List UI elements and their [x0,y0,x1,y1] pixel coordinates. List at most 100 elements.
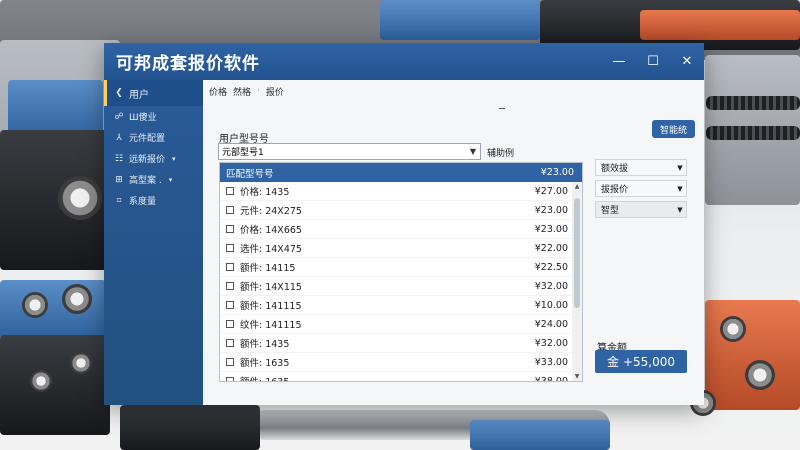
chevron-down-icon: ▼ [677,163,683,172]
list-scrollbar[interactable]: ▲ ▼ [572,182,582,381]
scroll-up-icon[interactable]: ▲ [572,183,582,190]
match-list: 匹配型号号 ¥23.00 价格: 1435 ¥27.00 元件: 24X275 ¥23… [219,162,583,382]
list-item-name: 纹件: 141115 [240,320,302,331]
maximize-icon[interactable]: ☐ [636,43,670,80]
list-item-name: 额件: 14115 [240,263,296,274]
checkbox[interactable] [226,244,234,252]
list-item-price: ¥22.00 [534,242,568,254]
main-content: 价格 然格 · 报价 智能统 用户型号号 元部型号1 ▼ 辅助例 匹配型号号 ¥… [203,80,704,405]
list-item-name: 额件: 14X115 [240,282,302,293]
list-item[interactable]: 元件: 24X275 ¥23.00 [220,201,582,220]
chevron-down-icon[interactable]: ▼ [466,147,480,156]
toolbar-item-quote[interactable]: 报价 [266,85,284,98]
sidebar-item-component-config[interactable]: ⅄ 元件配置 [104,127,203,148]
checkbox[interactable] [226,263,234,271]
title-bar[interactable]: 可邦成套报价软件 — ☐ ✕ [104,43,704,80]
list-item[interactable]: 选件: 14X475 ¥22.00 [220,239,582,258]
window-controls: — ☐ ✕ [602,43,704,80]
list-header-name: 匹配型号号 [226,168,274,180]
chevron-down-icon: ▾ [168,175,173,184]
list-item-price: ¥24.00 [534,318,568,330]
list-item[interactable]: 额件: 1635 ¥38.00 [220,372,582,382]
smart-model-button[interactable]: 智型 ▼ [595,201,687,218]
list-item[interactable]: 额件: 1435 ¥32.00 [220,334,582,353]
sidebar-item-measure[interactable]: ⌗ 系度量 [104,190,203,211]
hash-icon: ⌗ [116,195,122,206]
total-amount-box: 金 +55,000 [595,350,687,373]
sidebar-item-business[interactable]: ☍ Ш傻业 [104,106,203,127]
back-arrow-icon: ❮ [115,88,123,98]
minimize-icon[interactable]: — [602,43,636,80]
list-item-price: ¥23.00 [534,204,568,216]
checkbox[interactable] [226,301,234,309]
list-item[interactable]: 纹件: 141115 ¥24.00 [220,315,582,334]
chevron-down-icon: ▾ [172,154,176,163]
list-item[interactable]: 额件: 1635 ¥33.00 [220,353,582,372]
chevron-down-icon: ▼ [677,205,683,214]
link-icon: ☍ [114,111,124,122]
checkbox[interactable] [226,358,234,366]
list-item-price: ¥32.00 [534,337,568,349]
sidebar-item-label: 系度量 [129,197,157,207]
checkbox[interactable] [226,339,234,347]
list-item[interactable]: 额件: 14115 ¥22.50 [220,258,582,277]
rule-dropdown[interactable]: 额效拔 ▼ [595,159,687,176]
quote-dropdown[interactable]: 拔报价 ▼ [595,180,687,197]
list-item-name: 额件: 1635 [240,374,289,381]
chevron-down-icon: ▼ [677,184,683,193]
checkbox[interactable] [226,187,234,195]
checkbox[interactable] [226,206,234,214]
list-item-name: 价格: 1435 [240,187,290,198]
close-icon[interactable]: ✕ [670,43,704,80]
list-item[interactable]: 价格: 14X665 ¥23.00 [220,220,582,239]
app-window: 可邦成套报价软件 — ☐ ✕ ❮ 用户 ☍ Ш傻业 ⅄ 元件配置 ☷ 远新报价 … [104,43,704,405]
sidebar-item-label: 元件配置 [129,134,166,144]
tree-icon: ⅄ [116,132,122,143]
checkbox[interactable] [226,377,234,381]
sidebar-item-model[interactable]: ⊞ 高型案 . ▾ [104,169,203,190]
model-combo[interactable]: 元部型号1 ▼ [218,143,481,160]
sidebar-item-quote[interactable]: ☷ 远新报价 ▾ [104,148,203,169]
list-item-name: 额件: 1635 [240,358,290,369]
scroll-thumb[interactable] [574,198,580,308]
smart-action-button[interactable]: 智能统 [651,120,695,138]
smart-model-label: 智型 [601,206,620,216]
aux-label: 辅助例 [487,149,515,159]
scroll-down-icon[interactable]: ▼ [572,373,582,380]
list-item-price: ¥27.00 [534,185,568,197]
sidebar-item-user[interactable]: ❮ 用户 [104,80,203,106]
sidebar: ❮ 用户 ☍ Ш傻业 ⅄ 元件配置 ☷ 远新报价 ▾ ⊞ 高型案 . ▾ ⌗ 系… [104,80,203,405]
app-title: 可邦成套报价软件 [116,54,260,74]
model-combo-value: 元部型号1 [222,148,264,158]
sidebar-item-label: 远新报价 [129,155,166,165]
list-item-name: 额件: 1435 [240,339,290,350]
list-header-selected[interactable]: 匹配型号号 ¥23.00 [220,163,582,182]
list-header-price: ¥23.00 [540,167,574,178]
total-amount: +55,000 [622,354,676,369]
list-item[interactable]: 额件: 141115 ¥10.00 [220,296,582,315]
list-item-price: ¥33.00 [534,356,568,368]
total-currency: 金 [606,355,619,369]
list-icon: ☷ [114,153,124,164]
toolbar-item-price[interactable]: 价格 [209,85,227,98]
list-item-price: ¥38.00 [534,375,568,382]
quote-dropdown-label: 拔报价 [601,185,629,195]
list-item-name: 元件: 24X275 [240,206,302,217]
list-item-price: ¥23.00 [534,223,568,235]
sidebar-item-label: 高型案 . [129,176,162,186]
sidebar-item-label: 用户 [129,89,149,101]
list-item-price: ¥32.00 [534,280,568,292]
toolbar-separator: · [257,86,260,96]
splitter-handle[interactable] [499,108,505,109]
checkbox[interactable] [226,320,234,328]
list-item[interactable]: 价格: 1435 ¥27.00 [220,182,582,201]
grid-icon: ⊞ [115,174,123,185]
list-item-name: 额件: 141115 [240,301,302,312]
toolbar-item-spec[interactable]: 然格 [233,85,251,98]
list-rows: 价格: 1435 ¥27.00 元件: 24X275 ¥23.00 价格: 14X665… [220,182,582,382]
list-item-price: ¥22.50 [534,261,568,273]
list-item[interactable]: 额件: 14X115 ¥32.00 [220,277,582,296]
checkbox[interactable] [226,282,234,290]
checkbox[interactable] [226,225,234,233]
toolbar: 价格 然格 · 报价 [203,80,704,102]
